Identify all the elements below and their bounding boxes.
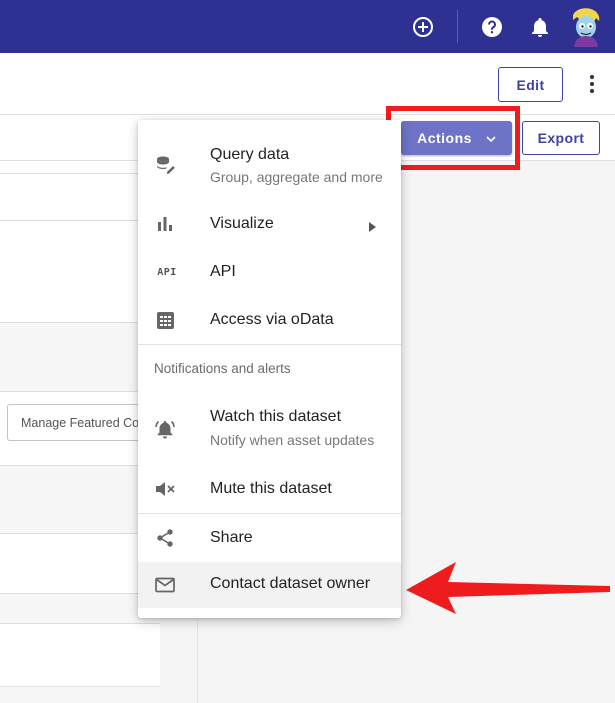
menu-item-watch-dataset[interactable]: Watch this dataset Notify when asset upd…: [138, 402, 401, 456]
avatar[interactable]: [568, 0, 604, 53]
menu-item-description: Notify when asset updates: [210, 432, 375, 448]
add-circle-icon[interactable]: [409, 0, 437, 53]
content-band: [0, 465, 160, 533]
divider: [0, 623, 160, 624]
menu-item-label: Query data: [210, 146, 290, 163]
divider: [0, 391, 160, 392]
menu-item-label: Access via oData: [210, 311, 334, 328]
divider: [0, 465, 160, 466]
mail-icon: [154, 574, 176, 596]
menu-item-query-data[interactable]: Query data Group, aggregate and more: [138, 140, 401, 190]
menu-item-label: API: [210, 263, 236, 280]
content-band: [0, 322, 160, 391]
notifications-icon[interactable]: [527, 0, 553, 53]
app-bar: [0, 0, 615, 53]
menu-item-contact-owner[interactable]: Contact dataset owner: [138, 562, 401, 608]
menu-item-label: Contact dataset owner: [210, 575, 371, 592]
menu-item-label: Share: [210, 529, 253, 546]
more-options-icon[interactable]: [582, 66, 602, 102]
divider: [0, 220, 140, 221]
export-button[interactable]: Export: [522, 121, 600, 155]
menu-item-label: Watch this dataset: [210, 408, 342, 425]
menu-item-odata[interactable]: Access via oData: [138, 296, 401, 344]
menu-item-visualize[interactable]: Visualize: [138, 200, 401, 248]
bar-chart-icon: [154, 213, 176, 235]
divider: [0, 533, 160, 534]
menu-item-api[interactable]: API API: [138, 248, 401, 296]
api-icon: API: [157, 266, 177, 278]
menu-section-heading: Notifications and alerts: [154, 361, 291, 376]
database-edit-icon: [154, 154, 176, 176]
volume-off-icon: [154, 478, 176, 500]
divider: [0, 686, 160, 687]
annotation-arrow-icon: [404, 560, 612, 621]
menu-item-mute-dataset[interactable]: Mute this dataset: [138, 466, 401, 512]
chevron-right-icon: [369, 219, 376, 237]
menu-item-description: Group, aggregate and more: [210, 169, 383, 185]
alarm-bell-icon: [154, 418, 176, 440]
share-icon: [154, 527, 176, 549]
help-icon[interactable]: [478, 0, 506, 53]
grid-icon: [154, 309, 176, 331]
app-bar-divider: [457, 10, 458, 43]
content-band: [0, 593, 160, 623]
menu-item-share[interactable]: Share: [138, 514, 401, 562]
menu-divider: [138, 344, 401, 345]
content-band: [0, 686, 160, 703]
divider: [0, 173, 140, 174]
divider: [0, 593, 160, 594]
edit-button[interactable]: Edit: [498, 67, 563, 102]
actions-menu: Query data Group, aggregate and more Vis…: [138, 120, 401, 618]
menu-item-label: Visualize: [210, 215, 274, 232]
annotation-highlight-box: [386, 106, 520, 170]
menu-item-label: Mute this dataset: [210, 480, 332, 497]
divider: [0, 322, 160, 323]
